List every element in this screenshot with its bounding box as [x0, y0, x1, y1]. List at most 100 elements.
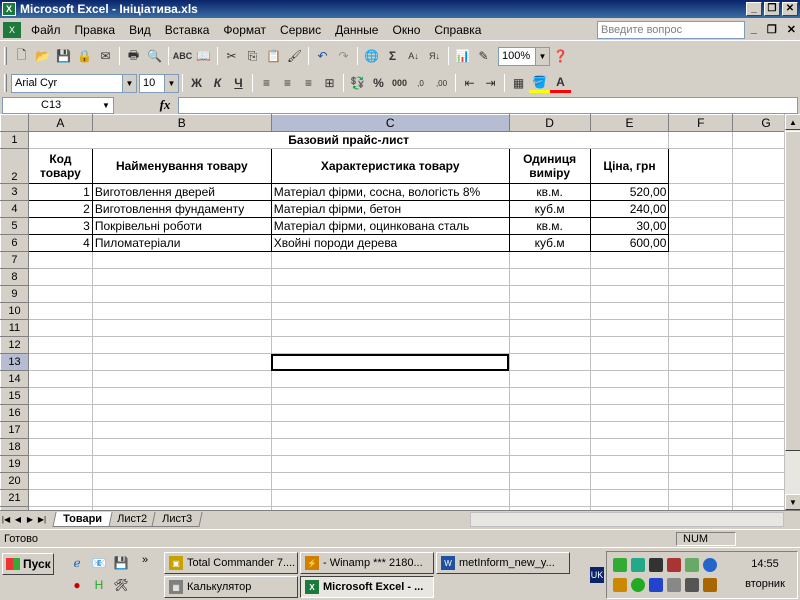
- cell-code[interactable]: 2: [27, 200, 93, 218]
- row-header[interactable]: 21: [0, 489, 29, 507]
- cell[interactable]: [508, 421, 591, 439]
- spelling-icon[interactable]: ABC: [172, 46, 193, 66]
- font-size-select[interactable]: 10 ▼: [139, 73, 179, 93]
- row-header[interactable]: 19: [0, 455, 29, 473]
- row-header[interactable]: 20: [0, 472, 29, 490]
- active-cell[interactable]: [270, 353, 510, 371]
- cell[interactable]: [668, 319, 734, 337]
- tab-list2[interactable]: Лист2: [106, 512, 158, 527]
- cell-unit[interactable]: куб.м: [508, 200, 591, 218]
- cell[interactable]: [508, 438, 591, 456]
- cell[interactable]: [27, 421, 93, 439]
- col-header-e[interactable]: E: [589, 114, 670, 132]
- cell[interactable]: [27, 370, 93, 388]
- cell-price[interactable]: 600,00: [589, 234, 670, 252]
- cell[interactable]: [27, 336, 93, 354]
- row-header[interactable]: 2: [0, 148, 29, 184]
- research-icon[interactable]: 📖: [193, 46, 214, 66]
- name-box[interactable]: C13 ▼: [2, 96, 114, 114]
- row-header[interactable]: 15: [0, 387, 29, 405]
- cell[interactable]: [27, 302, 93, 320]
- row-header[interactable]: 7: [0, 251, 29, 269]
- cell[interactable]: [668, 200, 734, 218]
- cell[interactable]: [91, 285, 272, 303]
- header-unit[interactable]: Одиниця виміру: [508, 148, 591, 184]
- cell[interactable]: [508, 404, 591, 422]
- cell[interactable]: [91, 455, 272, 473]
- print-preview-icon[interactable]: 🔍: [144, 46, 165, 66]
- row-header[interactable]: 17: [0, 421, 29, 439]
- cell-unit[interactable]: куб.м: [508, 234, 591, 252]
- close-button[interactable]: ✕: [782, 2, 798, 16]
- zoom-select[interactable]: 100% ▼: [498, 46, 550, 66]
- row-header[interactable]: 4: [0, 200, 29, 218]
- merge-center-icon[interactable]: ⊞: [319, 73, 340, 93]
- menu-help[interactable]: Справка: [427, 23, 488, 37]
- cell[interactable]: [668, 336, 734, 354]
- cell-desc[interactable]: Хвойні породи дерева: [270, 234, 510, 252]
- cell[interactable]: [508, 319, 591, 337]
- cell-code[interactable]: 4: [27, 234, 93, 252]
- tool-icon[interactable]: 🛠: [112, 576, 130, 594]
- cell-name[interactable]: Покрівельні роботи: [91, 217, 272, 235]
- speaker-icon[interactable]: [685, 578, 699, 592]
- col-header-c[interactable]: C: [270, 114, 510, 132]
- cell[interactable]: [668, 353, 734, 371]
- cell[interactable]: [91, 421, 272, 439]
- cell[interactable]: [668, 438, 734, 456]
- cell[interactable]: [668, 404, 734, 422]
- tray-icon[interactable]: [649, 558, 663, 572]
- align-left-icon[interactable]: ≡: [256, 73, 277, 93]
- cell[interactable]: [589, 455, 670, 473]
- cell[interactable]: [589, 438, 670, 456]
- cell[interactable]: [589, 387, 670, 405]
- cell[interactable]: [270, 370, 510, 388]
- cell[interactable]: [91, 489, 272, 507]
- open-icon[interactable]: 📂: [32, 46, 53, 66]
- last-sheet-icon[interactable]: ▶|: [36, 515, 48, 524]
- cell[interactable]: [508, 268, 591, 286]
- cell[interactable]: [668, 183, 734, 201]
- col-header-f[interactable]: F: [668, 114, 734, 132]
- cell[interactable]: [27, 268, 93, 286]
- cell[interactable]: [91, 370, 272, 388]
- bold-button[interactable]: Ж: [186, 73, 207, 93]
- cell[interactable]: [508, 489, 591, 507]
- cell-name[interactable]: Виготовлення фундаменту: [91, 200, 272, 218]
- cell[interactable]: [508, 353, 591, 371]
- clock[interactable]: 14:55: [735, 558, 795, 570]
- cell[interactable]: [91, 472, 272, 490]
- cell[interactable]: [270, 489, 510, 507]
- tray-icon[interactable]: [631, 578, 645, 592]
- row-header[interactable]: 8: [0, 268, 29, 286]
- sort-asc-icon[interactable]: A↓: [403, 46, 424, 66]
- cell[interactable]: [91, 404, 272, 422]
- row-header[interactable]: 12: [0, 336, 29, 354]
- cell[interactable]: [27, 438, 93, 456]
- cell[interactable]: [589, 319, 670, 337]
- cell[interactable]: [668, 387, 734, 405]
- font-select[interactable]: Arial Cyr ▼: [11, 73, 137, 93]
- cell[interactable]: [27, 285, 93, 303]
- autosum-icon[interactable]: Σ: [382, 46, 403, 66]
- cell[interactable]: [270, 404, 510, 422]
- decrease-decimal-icon[interactable]: ,00: [431, 73, 452, 93]
- align-center-icon[interactable]: ≡: [277, 73, 298, 93]
- scroll-down-icon[interactable]: ▼: [785, 494, 800, 510]
- paste-icon[interactable]: 📋: [263, 46, 284, 66]
- cell[interactable]: [508, 336, 591, 354]
- decrease-indent-icon[interactable]: ⇤: [459, 73, 480, 93]
- cell-price[interactable]: 240,00: [589, 200, 670, 218]
- minimize-button[interactable]: _: [746, 2, 762, 16]
- doc-restore-button[interactable]: ❐: [767, 23, 777, 36]
- cell[interactable]: [270, 268, 510, 286]
- cell-desc[interactable]: Матеріал фірми, сосна, вологість 8%: [270, 183, 510, 201]
- select-all-button[interactable]: [0, 114, 29, 132]
- cell[interactable]: [27, 455, 93, 473]
- cell[interactable]: [91, 268, 272, 286]
- sheet-title-cell[interactable]: Базовий прайс-лист: [27, 131, 670, 149]
- floppy-icon[interactable]: 💾: [112, 554, 130, 572]
- underline-button[interactable]: Ч: [228, 73, 249, 93]
- cell[interactable]: [589, 285, 670, 303]
- email-icon[interactable]: ✉: [95, 46, 116, 66]
